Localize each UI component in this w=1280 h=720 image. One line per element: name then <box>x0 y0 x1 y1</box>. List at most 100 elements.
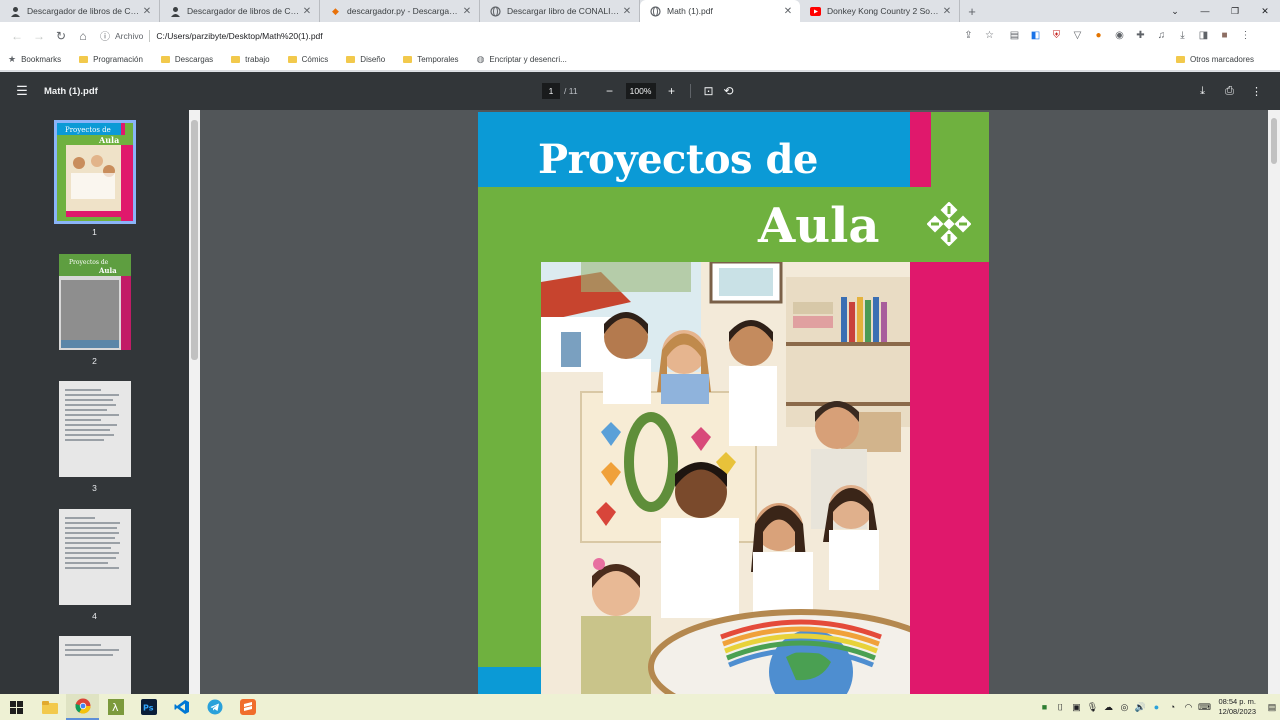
vscode-icon[interactable] <box>165 694 198 720</box>
thumbnail-page[interactable]: Proyectos de Aula <box>53 120 136 224</box>
close-icon[interactable]: ✕ <box>461 6 473 17</box>
info-icon[interactable]: ⓘ <box>100 28 110 43</box>
sidepanel-icon[interactable]: ◨ <box>1193 30 1214 41</box>
color-picker-icon[interactable]: ● <box>1088 30 1109 41</box>
bookmark-item[interactable]: ◍ Encriptar y desencri... <box>477 54 567 65</box>
close-icon[interactable]: ✕ <box>141 6 153 17</box>
address-bar[interactable]: ⓘ Archivo C:/Users/parzibyte/Desktop/Mat… <box>100 25 1000 46</box>
volume-icon[interactable]: 🔊 <box>1132 702 1148 713</box>
cloud-icon[interactable]: ☁ <box>1100 702 1116 713</box>
star-icon[interactable]: ☆ <box>979 30 1000 41</box>
bookmark-folder[interactable]: trabajo <box>231 55 270 64</box>
scrollbar-thumb[interactable] <box>1271 118 1277 164</box>
rotate-icon[interactable]: ⟲ <box>719 84 739 98</box>
camera-icon[interactable]: ◉ <box>1109 30 1130 41</box>
fit-page-icon[interactable]: ⊡ <box>699 84 719 98</box>
thumbnail-item[interactable]: Proyectos de Aula 1 <box>0 120 189 237</box>
photoshop-icon[interactable]: Ps <box>132 694 165 720</box>
taskbar-clock[interactable]: 08:54 p. m. 12/08/2023 <box>1218 697 1256 717</box>
tab-strip: Descargador de libros de CONALITEG ✕ Des… <box>0 0 1280 22</box>
steam-icon[interactable]: ◎ <box>1116 702 1132 713</box>
download-icon[interactable]: ⤓ <box>1189 85 1216 98</box>
zoom-out-button[interactable]: − <box>600 84 620 98</box>
page-number-input[interactable]: 1 <box>542 83 560 99</box>
back-button[interactable]: ← <box>6 29 28 43</box>
thumbnail-item[interactable]: 4 <box>0 509 189 621</box>
close-icon[interactable]: ✕ <box>621 6 633 17</box>
bookmark-folder[interactable]: Cómics <box>287 55 328 64</box>
bookmark-item[interactable]: ★ Bookmarks <box>8 54 61 65</box>
notification-icon[interactable]: ▤ <box>1264 702 1280 713</box>
translate-icon[interactable]: ◧ <box>1025 30 1046 41</box>
thumbnail-number: 3 <box>92 483 97 493</box>
thumbnail-page[interactable]: Proyectos de Aula <box>58 254 131 350</box>
avatar[interactable]: ■ <box>1214 30 1235 41</box>
puzzle-icon[interactable]: ✚ <box>1130 30 1151 41</box>
media-icon[interactable]: ♫ <box>1151 30 1172 41</box>
new-tab-button[interactable]: + <box>960 0 984 22</box>
print-icon[interactable]: ⎙ <box>1216 85 1243 98</box>
divider <box>149 29 151 42</box>
telegram-icon[interactable] <box>198 694 231 720</box>
browser-tab-active[interactable]: Math (1).pdf ✕ <box>640 0 800 22</box>
download-icon[interactable]: ⤓ <box>1172 30 1193 41</box>
bookmark-folder[interactable]: Temporales <box>403 55 459 64</box>
thumbnail-item[interactable]: Proyectos de Aula 2 <box>0 254 189 366</box>
bookmark-folder[interactable]: Diseño <box>346 55 385 64</box>
start-button[interactable] <box>0 694 33 720</box>
sublime-icon[interactable] <box>231 694 264 720</box>
other-bookmarks[interactable]: Otros marcadores <box>1175 55 1254 64</box>
zoom-input[interactable]: 100% <box>625 83 656 99</box>
pdf-viewer[interactable]: Proyectos de Aula <box>200 110 1268 694</box>
close-icon[interactable]: ✕ <box>301 6 313 17</box>
menu-icon[interactable]: ☰ <box>0 83 44 99</box>
minimize-button[interactable]: — <box>1190 0 1220 22</box>
zoom-in-button[interactable]: + <box>662 84 682 98</box>
lambda-app-icon[interactable]: λ <box>99 694 132 720</box>
browser-tab[interactable]: Donkey Kong Country 2 Soundtrack ✕ <box>800 0 960 22</box>
file-explorer-icon[interactable] <box>33 694 66 720</box>
vue-icon[interactable]: ▽ <box>1067 30 1088 41</box>
browser-tab[interactable]: ◆ descargador.py - DescargadorConaliteg … <box>320 0 480 22</box>
folder-icon <box>79 56 89 63</box>
address-url[interactable]: C:/Users/parzibyte/Desktop/Math%20(1).pd… <box>156 31 322 41</box>
language-icon[interactable]: ⌨ <box>1196 702 1212 713</box>
reload-button[interactable]: ↻ <box>50 29 72 43</box>
sidebar-scrollbar[interactable] <box>189 110 200 694</box>
browser-tab[interactable]: Descargador de libros de CONALITEG ✕ <box>160 0 320 22</box>
browser-tab[interactable]: Descargador de libros de CONALITEG ✕ <box>0 0 160 22</box>
folder-icon <box>231 56 241 63</box>
app-tray-icon[interactable]: ■ <box>1036 702 1052 712</box>
bookmark-folder[interactable]: Programación <box>79 55 143 64</box>
thumbnail-page[interactable] <box>58 509 131 605</box>
extension-icon[interactable]: ▤ <box>1004 30 1025 41</box>
thumbnail-page[interactable] <box>58 381 131 477</box>
close-window-button[interactable]: ✕ <box>1250 0 1280 22</box>
more-icon[interactable]: ⋮ <box>1235 30 1256 41</box>
star-icon: ★ <box>8 54 17 64</box>
more-icon[interactable]: ⋮ <box>1243 85 1270 98</box>
thumbnail-item[interactable] <box>0 636 189 694</box>
bookmark-folder[interactable]: Descargas <box>160 55 213 64</box>
home-button[interactable]: ⌂ <box>72 29 94 43</box>
close-icon[interactable]: ✕ <box>941 6 953 17</box>
close-icon[interactable]: ✕ <box>782 6 794 17</box>
viewer-scrollbar[interactable] <box>1268 110 1280 694</box>
chrome-icon[interactable] <box>66 694 99 720</box>
restore-button[interactable]: ❐ <box>1220 0 1250 22</box>
bookmarks-bar: ★ Bookmarks Programación Descargas traba… <box>0 49 1280 71</box>
shield-icon[interactable]: ⛨ <box>1046 30 1067 41</box>
thumbnail-page[interactable] <box>58 636 131 694</box>
forward-button[interactable]: → <box>28 29 50 43</box>
wifi-icon[interactable]: ◠ <box>1180 702 1196 713</box>
network-icon[interactable]: ◔ <box>1164 702 1180 712</box>
telegram-tray-icon[interactable]: ● <box>1148 702 1164 712</box>
usb-icon[interactable]: ⌷ <box>1052 702 1068 713</box>
browser-tab[interactable]: Descargar libro de CONALITEG ✕ <box>480 0 640 22</box>
thumbnail-item[interactable]: 3 <box>0 381 189 493</box>
scrollbar-thumb[interactable] <box>191 120 198 360</box>
microphone-icon[interactable]: 🎙 <box>1084 702 1100 713</box>
chevron-down-icon[interactable]: ⌄ <box>1160 0 1190 22</box>
app-tray-icon[interactable]: ▣ <box>1068 702 1084 713</box>
share-icon[interactable]: ⇪ <box>958 30 979 41</box>
